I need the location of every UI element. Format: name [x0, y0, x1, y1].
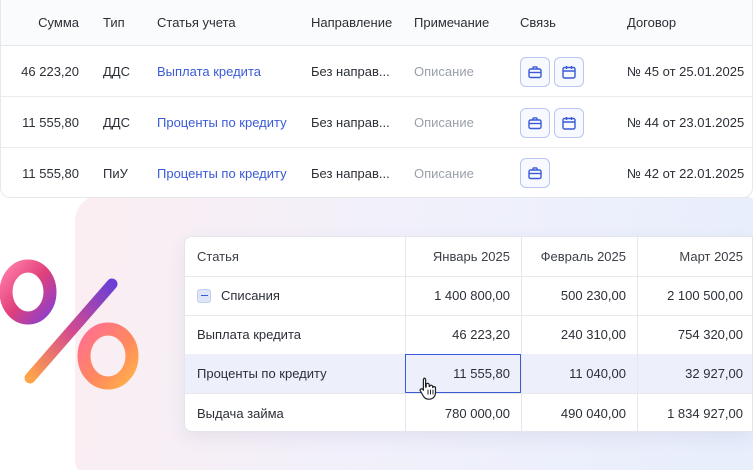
row-label: Выдача займа: [197, 405, 284, 421]
cell-mar[interactable]: 1 834 927,00: [637, 393, 752, 431]
header-article: Статья: [197, 249, 239, 264]
percent-icon: [0, 259, 139, 390]
report-row[interactable]: Выплата кредита 46 223,20 240 310,00 754…: [185, 315, 752, 355]
row-direction[interactable]: Без направ...: [311, 98, 393, 147]
pnl-report-table: Статья Январь 2025 Февраль 2025 Март 202…: [184, 236, 753, 432]
collapse-toggle[interactable]: [197, 288, 211, 303]
header-direction[interactable]: Направление: [311, 0, 393, 45]
report-row[interactable]: Выдача займа 780 000,00 490 040,00 1 834…: [185, 393, 752, 431]
cell-jan[interactable]: 1 400 800,00: [405, 276, 521, 315]
briefcase-icon: [528, 167, 542, 180]
cell-mar[interactable]: 32 927,00: [637, 354, 752, 393]
row-note[interactable]: Описание: [414, 98, 514, 147]
row-article-link[interactable]: Выплата кредита: [157, 47, 307, 96]
header-month-mar: Март 2025: [637, 237, 752, 276]
header-article[interactable]: Статья учета: [157, 0, 307, 45]
table-row[interactable]: 11 555,80 ДДС Проценты по кредиту Без на…: [1, 98, 752, 148]
report-header: Статья Январь 2025 Февраль 2025 Март 202…: [185, 237, 752, 277]
header-type[interactable]: Тип: [103, 0, 143, 45]
table-row[interactable]: 46 223,20 ДДС Выплата кредита Без направ…: [1, 47, 752, 97]
cell-mar[interactable]: 754 320,00: [637, 315, 752, 354]
row-links: [520, 47, 610, 96]
row-type: ПиУ: [103, 165, 128, 181]
table-row[interactable]: 11 555,80 ПиУ Проценты по кредиту Без на…: [1, 148, 752, 197]
header-contract[interactable]: Договор: [627, 0, 752, 45]
row-links: [520, 98, 610, 147]
header-month-jan: Январь 2025: [405, 237, 521, 276]
row-contract[interactable]: № 45 от 25.01.2025: [627, 47, 752, 96]
calendar-link-button[interactable]: [554, 56, 584, 87]
row-label: Списания: [185, 276, 405, 315]
row-type: ДДС: [103, 115, 130, 130]
briefcase-link-button[interactable]: [520, 56, 550, 87]
cell-feb[interactable]: 240 310,00: [521, 315, 637, 354]
report-row-highlighted[interactable]: Проценты по кредиту 11 555,80 11 040,00 …: [185, 354, 752, 394]
header-sum[interactable]: Сумма: [1, 0, 79, 45]
row-contract[interactable]: № 44 от 23.01.2025: [627, 98, 752, 147]
briefcase-icon: [528, 65, 542, 78]
calendar-icon: [562, 116, 576, 130]
cell-feb[interactable]: 11 040,00: [521, 354, 637, 393]
report-row-group[interactable]: Списания 1 400 800,00 500 230,00 2 100 5…: [185, 276, 752, 316]
briefcase-icon: [528, 116, 542, 129]
row-article-link[interactable]: Проценты по кредиту: [157, 98, 307, 147]
row-note[interactable]: Описание: [414, 47, 514, 96]
cell-feb[interactable]: 500 230,00: [521, 276, 637, 315]
briefcase-link-button[interactable]: [520, 107, 550, 138]
table-header: Сумма Тип Статья учета Направление Приме…: [1, 0, 752, 46]
header-month-feb: Февраль 2025: [521, 237, 637, 276]
cell-jan[interactable]: 46 223,20: [405, 315, 521, 354]
row-direction[interactable]: Без направ...: [311, 47, 393, 96]
cell-mar[interactable]: 2 100 500,00: [637, 276, 752, 315]
row-contract[interactable]: № 42 от 22.01.2025: [627, 148, 752, 197]
row-label: Выплата кредита: [197, 327, 301, 342]
header-link[interactable]: Связь: [520, 0, 610, 45]
header-note[interactable]: Примечание: [414, 0, 514, 45]
row-sum: 11 555,80: [22, 165, 79, 181]
row-direction[interactable]: Без направ...: [311, 148, 393, 197]
row-label-text: Списания: [221, 288, 280, 303]
row-label: Проценты по кредиту: [197, 366, 327, 381]
row-article-link[interactable]: Проценты по кредиту: [157, 148, 307, 197]
row-sum: 11 555,80: [22, 115, 79, 130]
row-links: [520, 148, 610, 197]
hand-cursor-icon: [419, 377, 437, 400]
cell-feb[interactable]: 490 040,00: [521, 393, 637, 431]
row-note[interactable]: Описание: [414, 148, 514, 197]
row-type: ДДС: [103, 64, 130, 79]
row-sum: 46 223,20: [21, 64, 79, 79]
calendar-icon: [562, 65, 576, 79]
calendar-link-button[interactable]: [554, 107, 584, 138]
operations-table: Сумма Тип Статья учета Направление Приме…: [0, 0, 753, 198]
briefcase-link-button[interactable]: [520, 158, 550, 188]
